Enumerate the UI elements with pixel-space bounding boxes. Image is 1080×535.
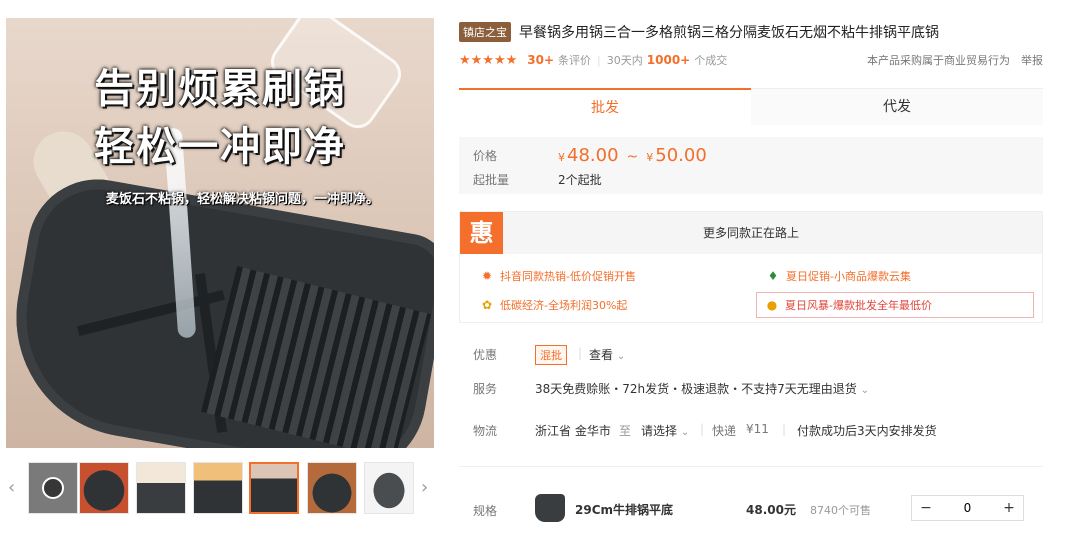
spec-stock: 8740个可售	[810, 504, 871, 517]
express-fee: ¥11	[746, 422, 769, 436]
discount-label: 优惠	[473, 348, 498, 362]
commercial-note: 本产品采购属于商业贸易行为	[867, 54, 1010, 67]
price-max: 50.00	[655, 145, 707, 166]
thumbnail-strip: ‹ ›	[6, 462, 436, 516]
main-product-image[interactable]: 告别烦累刷锅 轻松一冲即净 麦饭石不粘锅，轻松解决粘锅问题，一冲即净。	[6, 18, 434, 448]
thumbnail-pan-box[interactable]	[136, 462, 186, 514]
tab-dropship[interactable]: 代发	[751, 88, 1043, 125]
promo-header[interactable]: 惠 更多同款正在路上	[460, 212, 1042, 254]
ship-origin: 浙江省 金华市	[535, 424, 611, 438]
thumbnail-video[interactable]	[28, 462, 78, 514]
review-count[interactable]: 30+	[527, 53, 554, 67]
spec-name: 29Cm牛排锅平底	[575, 503, 674, 517]
promo-item-summer[interactable]: ♦ 夏日促销-小商品爆款云集	[766, 268, 911, 284]
thumbnail-pan-top[interactable]	[79, 462, 129, 514]
minus-button[interactable]: −	[912, 500, 940, 516]
review-label[interactable]: 条评价	[558, 52, 591, 68]
ship-note: 付款成功后3天内安排发货	[797, 424, 937, 438]
divider	[459, 466, 1043, 467]
image-headline-2: 轻松一冲即净	[94, 124, 346, 170]
destination-select[interactable]: 请选择 ⌄	[641, 422, 689, 439]
logistics-label: 物流	[473, 424, 498, 438]
store-treasure-badge: 镇店之宝	[459, 22, 511, 42]
purchase-tabs: 批发 代发	[459, 88, 1043, 125]
product-title: 早餐锅多用锅三合一多格煎锅三格分隔麦饭石无烟不粘牛排锅平底锅	[519, 25, 939, 41]
promo-item-storm[interactable]: ● 夏日风暴-爆款批发全年最低价	[756, 292, 1034, 318]
plus-button[interactable]: +	[995, 500, 1023, 516]
promo-header-text: 更多同款正在路上	[702, 226, 799, 240]
sales-period: 30天内	[606, 54, 643, 67]
discount-icon: 惠	[460, 212, 503, 254]
moq-label: 起批量	[473, 173, 510, 187]
spec-label: 规格	[473, 504, 498, 518]
leaf-icon: ♦	[767, 269, 779, 283]
product-page: 告别烦累刷锅 轻松一冲即净 麦饭石不粘锅，轻松解决粘锅问题，一冲即净。 ‹ ›	[0, 0, 1080, 535]
moq-value: 2个起批	[558, 173, 602, 187]
image-headline-1: 告别烦累刷锅	[94, 66, 346, 112]
flower-icon: ✿	[481, 298, 493, 312]
discount-view-link[interactable]: 查看 ⌄	[589, 346, 625, 363]
thumbnail-pan-white[interactable]	[364, 462, 414, 514]
spec-price: 48.00元	[746, 503, 796, 517]
play-icon	[42, 477, 64, 499]
chevron-down-icon: ⌄	[616, 351, 626, 362]
ship-to: 至	[619, 424, 632, 438]
service-label: 服务	[473, 382, 498, 396]
promo-item-douyin[interactable]: ✹ 抖音同款热销-低价促销开售	[480, 268, 636, 284]
promo-item-lowcarbon[interactable]: ✿ 低碳经济-全场利润30%起	[480, 297, 627, 313]
price-range: ¥48.00 ~ ¥50.00	[558, 145, 707, 166]
lion-icon: ●	[766, 298, 778, 312]
express-label: 快递	[712, 424, 737, 438]
prev-thumb-arrow-icon[interactable]: ‹	[8, 476, 20, 500]
price-box: 价格 ¥48.00 ~ ¥50.00 起批量 2个起批	[459, 137, 1043, 194]
quantity-input[interactable]	[942, 501, 993, 515]
mixed-batch-tag: 混批	[535, 345, 567, 365]
thumbnail-pan-food[interactable]	[307, 462, 357, 514]
chevron-down-icon: ⌄	[680, 427, 690, 438]
sales-count: 1000+	[646, 53, 691, 67]
chevron-down-icon: ⌄	[860, 385, 870, 396]
rating-stars-icon: ★★★★★	[459, 52, 518, 68]
next-thumb-arrow-icon[interactable]: ›	[421, 476, 433, 500]
thumbnail-pan-grill[interactable]	[193, 462, 243, 514]
image-subline: 麦饭石不粘锅，轻松解决粘锅问题，一冲即净。	[106, 192, 380, 207]
quantity-stepper: − +	[911, 495, 1024, 521]
price-min: 48.00	[567, 145, 619, 166]
price-label: 价格	[473, 149, 498, 163]
product-title-row: 镇店之宝 早餐锅多用锅三合一多格煎锅三格分隔麦饭石无烟不粘牛排锅平底锅	[459, 22, 1059, 42]
tab-wholesale[interactable]: 批发	[459, 88, 751, 125]
spec-thumbnail[interactable]	[535, 494, 565, 522]
report-link[interactable]: 举报	[1021, 52, 1043, 68]
sales-label: 个成交	[694, 54, 728, 67]
thumbnail-pan-main[interactable]	[249, 462, 299, 514]
sun-icon: ✹	[481, 269, 493, 283]
service-value[interactable]: 38天免费赊账・72h发货・极速退款・不支持7天无理由退货 ⌄	[535, 380, 869, 397]
